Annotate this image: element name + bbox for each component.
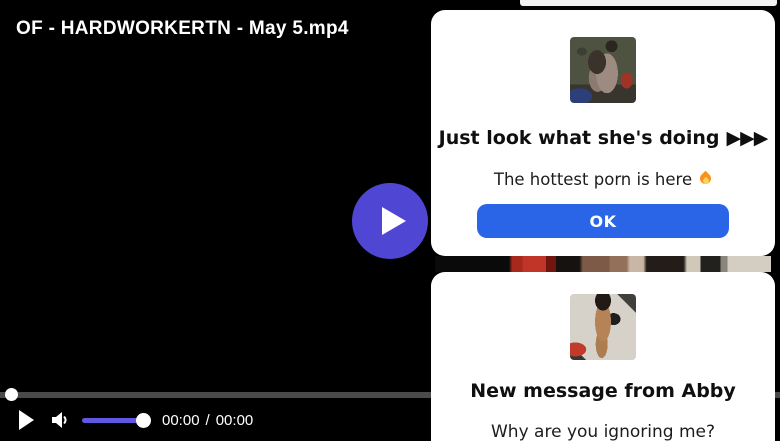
fire-icon bbox=[699, 172, 712, 187]
offer-headline-text: Just look what she's doing bbox=[438, 127, 720, 149]
offer-popup-headline: Just look what she's doing ▶▶▶ bbox=[431, 127, 775, 149]
time-display: 00:00 / 00:00 bbox=[162, 412, 253, 429]
message-popup-body: Why are you ignoring me? bbox=[491, 422, 715, 441]
triple-play-arrows-icon: ▶▶▶ bbox=[726, 127, 768, 149]
message-popup-thumbnail[interactable] bbox=[570, 294, 636, 360]
seek-thumb[interactable] bbox=[5, 388, 18, 401]
play-icon bbox=[382, 207, 406, 235]
current-time: 00:00 bbox=[162, 412, 200, 429]
offer-popup[interactable]: Just look what she's doing ▶▶▶ The hottes… bbox=[431, 10, 775, 256]
offer-popup-thumbnail[interactable] bbox=[570, 37, 636, 103]
time-separator: / bbox=[205, 412, 210, 429]
volume-slider[interactable] bbox=[82, 413, 151, 428]
ok-button[interactable]: OK bbox=[477, 204, 729, 238]
play-button[interactable] bbox=[19, 410, 36, 430]
offer-subtitle-text: The hottest porn is here bbox=[493, 170, 693, 189]
ad-background-photo bbox=[435, 256, 771, 272]
message-popup[interactable]: New message from Abby Why are you ignori… bbox=[431, 272, 775, 441]
big-play-button[interactable] bbox=[352, 183, 428, 259]
offer-popup-subtitle: The hottest porn is here bbox=[431, 170, 775, 189]
volume-icon[interactable] bbox=[48, 408, 72, 432]
volume-thumb[interactable] bbox=[136, 413, 151, 428]
video-title: OF - HARDWORKERTN - May 5.mp4 bbox=[16, 18, 349, 39]
total-time: 00:00 bbox=[215, 412, 254, 429]
video-player-page: OF - HARDWORKERTN - May 5.mp4 00:00 / 00… bbox=[0, 0, 780, 441]
background-popup-edge bbox=[520, 0, 777, 6]
message-popup-headline: New message from Abby bbox=[470, 380, 736, 402]
